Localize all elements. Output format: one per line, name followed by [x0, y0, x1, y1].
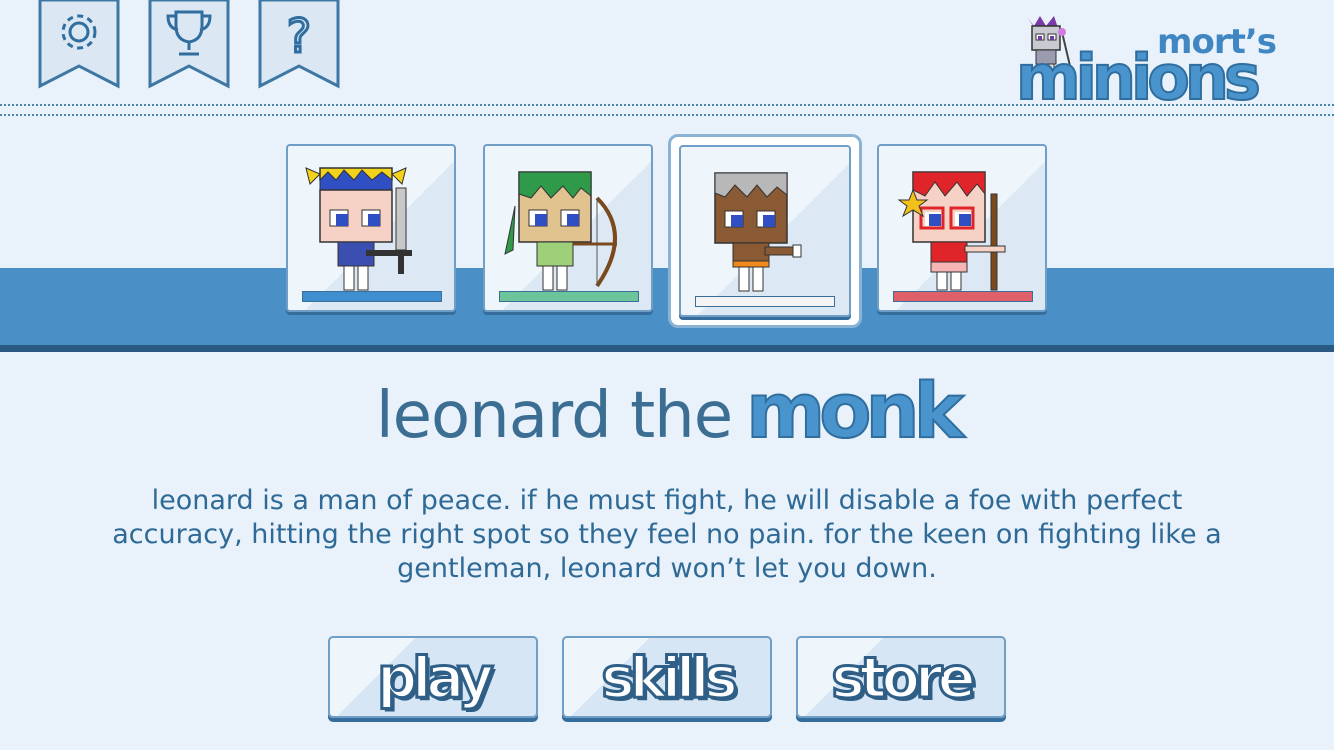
character-card-monk[interactable] [668, 134, 862, 328]
logo-big-text: minions [1015, 41, 1262, 114]
character-description: leonard is a man of peace. if he must fi… [112, 485, 1222, 584]
ranger-character-icon [504, 171, 617, 291]
game-screen: ? mort’s minions leonard the monk leonar… [0, 0, 1334, 750]
character-band [0, 268, 1334, 352]
character-name: leonard the [375, 379, 733, 453]
play-button-label: play [376, 645, 496, 713]
store-button-label: store [830, 645, 977, 713]
gear-icon [38, 0, 120, 89]
trophy-icon [148, 0, 230, 89]
skills-button-label: skills [600, 645, 740, 713]
character-card-warrior[interactable] [286, 144, 456, 312]
selected-card-inner [679, 145, 851, 317]
character-color-bar [695, 296, 835, 307]
play-button[interactable]: play [328, 636, 538, 718]
monk-character-icon [714, 172, 802, 292]
svg-text:?: ? [287, 9, 311, 63]
question-icon: ? [258, 0, 340, 89]
character-color-bar [893, 291, 1033, 302]
store-button[interactable]: store [796, 636, 1006, 718]
character-color-bar [499, 291, 639, 302]
character-title: leonard the monk [0, 365, 1334, 456]
help-button[interactable]: ? [258, 0, 340, 90]
character-card-archer[interactable] [877, 144, 1047, 312]
achievements-button[interactable] [148, 0, 230, 90]
header-divider [0, 104, 1334, 116]
skills-button[interactable]: skills [562, 636, 772, 718]
character-color-bar [302, 291, 442, 302]
game-logo: mort’s minions [1012, 10, 1282, 110]
warrior-character-icon [305, 167, 412, 291]
character-class: monk [745, 365, 965, 456]
character-card-ranger[interactable] [483, 144, 653, 312]
archer-character-icon [897, 171, 1006, 291]
settings-button[interactable] [38, 0, 120, 90]
